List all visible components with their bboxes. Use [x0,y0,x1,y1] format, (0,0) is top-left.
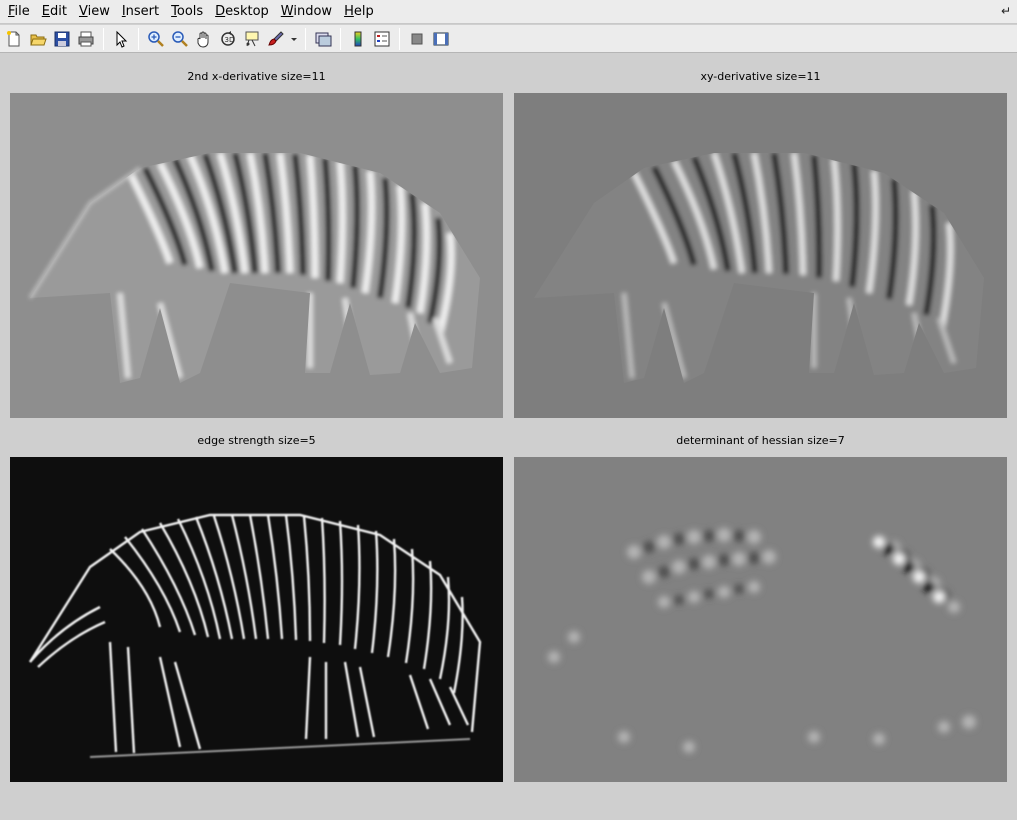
figure-toolbar: 3D [0,25,1017,53]
show-plot-tools-icon[interactable] [430,28,452,50]
print-icon[interactable] [75,28,97,50]
image-xy-derivative[interactable] [514,93,1007,418]
colorbar-icon[interactable] [347,28,369,50]
legend-icon[interactable] [371,28,393,50]
save-icon[interactable] [51,28,73,50]
zoom-in-icon[interactable] [145,28,167,50]
toolbar-separator [340,27,341,50]
menu-tools[interactable]: Tools [165,1,209,23]
svg-text:3D: 3D [225,36,235,44]
zoom-out-icon[interactable] [169,28,191,50]
pan-hand-icon[interactable] [193,28,215,50]
axes-title: edge strength size=5 [197,434,316,447]
new-figure-icon[interactable] [3,28,25,50]
figure-canvas: 2nd x-derivative size=11 xy-derivative s… [0,54,1017,820]
rotate-3d-icon[interactable]: 3D [217,28,239,50]
brush-dropdown-icon[interactable] [289,28,299,50]
open-file-icon[interactable] [27,28,49,50]
menu-help[interactable]: Help [338,1,380,23]
menu-desktop[interactable]: Desktop [209,1,275,23]
menu-insert[interactable]: Insert [116,1,165,23]
toolbar-separator [103,27,104,50]
axes-title: determinant of hessian size=7 [676,434,845,447]
data-cursor-icon[interactable] [241,28,263,50]
edit-plot-pointer-icon[interactable] [110,28,132,50]
menu-edit[interactable]: Edit [36,1,73,23]
toolbar-separator [399,27,400,50]
hide-plot-tools-icon[interactable] [406,28,428,50]
menu-view[interactable]: View [73,1,116,23]
menu-bar: File Edit View Insert Tools Desktop Wind… [0,0,1017,24]
toolbar-separator [305,27,306,50]
menu-window[interactable]: Window [275,1,338,23]
image-determinant-of-hessian[interactable] [514,457,1007,782]
brush-icon[interactable] [265,28,287,50]
axes-title: 2nd x-derivative size=11 [187,70,326,83]
image-2nd-x-derivative[interactable] [10,93,503,418]
menu-file[interactable]: File [2,1,36,23]
toolbar-separator [138,27,139,50]
image-edge-strength[interactable] [10,457,503,782]
dock-arrow-icon[interactable]: ↵ [1001,4,1011,18]
link-plot-icon[interactable] [312,28,334,50]
axes-title: xy-derivative size=11 [700,70,821,83]
